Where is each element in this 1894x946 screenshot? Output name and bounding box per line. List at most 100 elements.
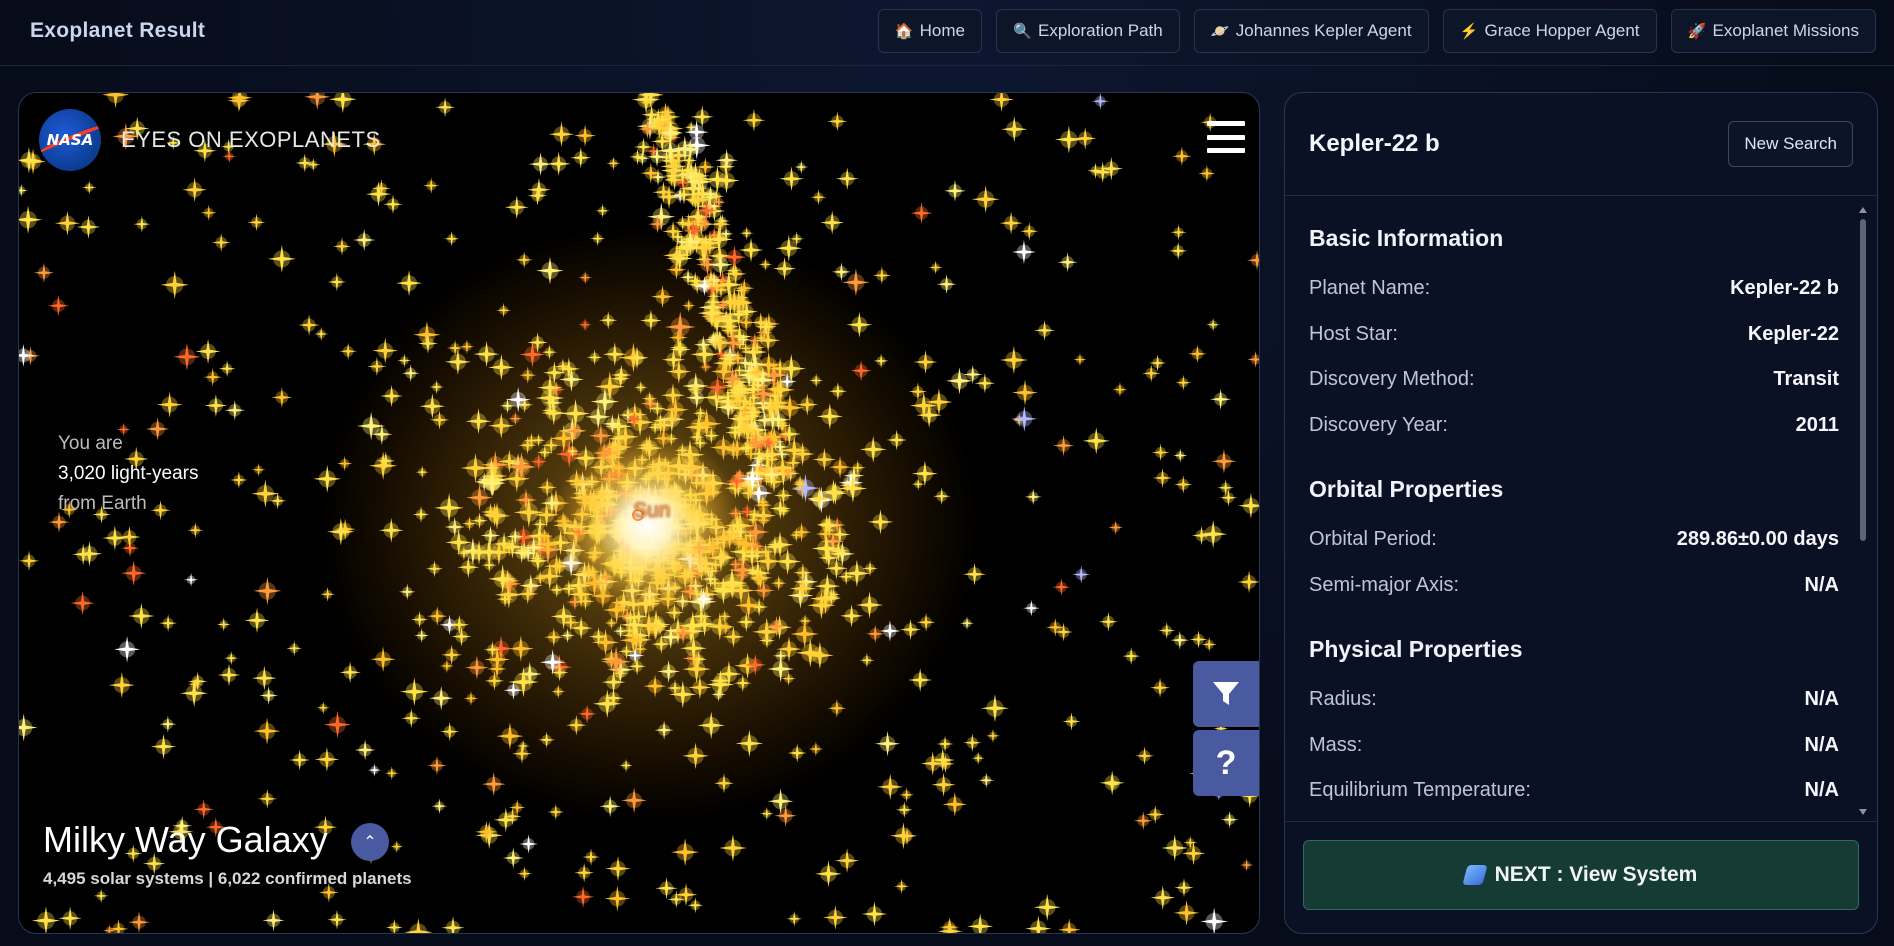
star (204, 394, 228, 418)
star (193, 799, 214, 820)
info-value: Kepler-22 (1747, 322, 1839, 345)
star (180, 679, 208, 708)
panel-scrollbar[interactable] (1857, 197, 1869, 821)
lightning-icon: ⚡ (1459, 23, 1479, 40)
star (894, 878, 910, 894)
star (230, 471, 248, 489)
star (1108, 520, 1124, 535)
star (120, 560, 147, 586)
star (101, 93, 130, 109)
star (1211, 449, 1237, 474)
nav-exoplanet-missions-button[interactable]: 🚀 Exoplanet Missions (1670, 9, 1876, 53)
star (1239, 858, 1254, 872)
star (574, 124, 597, 147)
star (834, 848, 860, 873)
star (1052, 578, 1071, 596)
star (390, 840, 404, 854)
star (253, 576, 282, 606)
new-search-button[interactable]: New Search (1728, 121, 1853, 167)
star (519, 834, 539, 854)
scroll-thumb[interactable] (1860, 219, 1866, 541)
info-key: Discovery Year: (1309, 413, 1448, 436)
star (173, 343, 201, 371)
nav-home-button[interactable]: 🏠 Home (877, 9, 982, 53)
star (1112, 382, 1128, 398)
star (271, 387, 293, 408)
star (224, 651, 239, 666)
star (985, 728, 1000, 743)
star (960, 616, 974, 631)
star (423, 177, 440, 194)
star (159, 614, 177, 633)
star (160, 270, 189, 300)
star (606, 156, 621, 171)
star (1198, 164, 1216, 183)
star (504, 195, 529, 220)
planet-title: Kepler-22 b (1309, 130, 1440, 157)
info-row: Discovery Year: 2011 (1309, 403, 1839, 449)
nav-hopper-agent-label: Grace Hopper Agent (1484, 21, 1640, 40)
star (353, 228, 376, 252)
panel-body[interactable]: Basic Information Planet Name: Kepler-22… (1285, 197, 1877, 821)
info-row: Host Star: Kepler-22 (1309, 312, 1839, 358)
star (971, 185, 1000, 214)
info-key: Semi-major Axis: (1309, 573, 1460, 596)
info-value: N/A (1804, 779, 1839, 802)
star (267, 244, 296, 273)
star (218, 360, 236, 378)
scroll-down-icon[interactable] (1859, 809, 1867, 815)
star (595, 203, 610, 219)
star (1011, 240, 1036, 265)
star (582, 848, 600, 866)
star (999, 345, 1028, 375)
scroll-up-icon[interactable] (1859, 207, 1867, 213)
hamburger-menu-icon[interactable] (1207, 121, 1245, 153)
info-row: Planet Name: Kepler-22 b (1309, 266, 1839, 312)
star (203, 367, 222, 387)
star (396, 270, 423, 297)
info-value: N/A (1804, 573, 1839, 596)
star (1135, 746, 1155, 766)
star (211, 233, 231, 252)
galaxy-title: Milky Way Galaxy (43, 819, 328, 860)
nav-kepler-agent-button[interactable]: 🪐 Johannes Kepler Agent (1193, 9, 1429, 53)
star (572, 885, 595, 908)
info-value: Kepler-22 b (1730, 277, 1839, 300)
nav-exploration-path-button[interactable]: 🔍 Exploration Path (995, 9, 1180, 53)
star (19, 205, 43, 234)
star (570, 147, 592, 169)
star (1161, 834, 1189, 862)
info-key: Host Star: (1309, 322, 1398, 345)
expand-details-button[interactable]: ⌃ (351, 823, 389, 861)
star (1011, 405, 1038, 432)
info-row: Orbital Period: 289.86±0.00 days (1309, 517, 1839, 563)
star (216, 617, 231, 632)
star (31, 906, 61, 933)
star (931, 772, 956, 797)
sun-label[interactable]: Sun (633, 499, 670, 523)
help-button[interactable]: ? (1193, 730, 1259, 796)
star (113, 636, 141, 663)
star (384, 766, 399, 781)
star (1247, 351, 1259, 368)
star (128, 602, 155, 630)
star (1033, 893, 1061, 921)
star (1152, 468, 1173, 488)
star (295, 153, 315, 173)
star (936, 735, 954, 753)
info-key: Planet Name: (1309, 277, 1431, 300)
star (102, 525, 128, 551)
star (159, 715, 177, 733)
filter-button[interactable] (1193, 661, 1259, 727)
info-value: 2011 (1795, 413, 1839, 436)
nav-exploration-path-label: Exploration Path (1037, 21, 1163, 40)
star (980, 694, 1010, 723)
star (786, 910, 803, 927)
eyes-on-exoplanets-viewer[interactable]: NASA EYES ON EXOPLANETS You are 3,020 li… (18, 92, 1260, 934)
nav-hopper-agent-button[interactable]: ⚡ Grace Hopper Agent (1442, 9, 1657, 53)
info-value: N/A (1804, 733, 1839, 756)
nasa-logo[interactable]: NASA (39, 109, 101, 171)
star (19, 550, 40, 572)
star (910, 202, 933, 225)
next-view-system-button[interactable]: NEXT : View System (1303, 840, 1859, 910)
